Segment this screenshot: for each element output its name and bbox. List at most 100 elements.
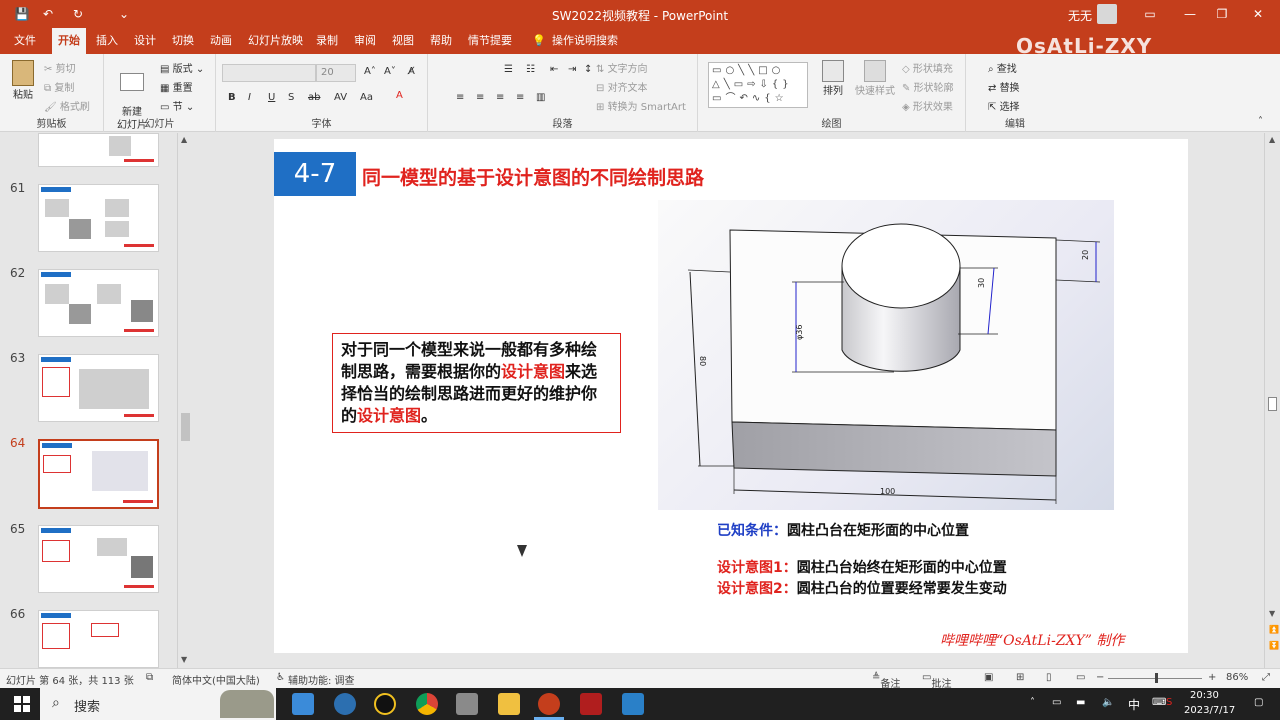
increase-indent-button[interactable]: ⇥ bbox=[568, 64, 576, 75]
cut-button[interactable]: ✂ 剪切 bbox=[44, 60, 76, 75]
chrome-icon[interactable] bbox=[416, 693, 438, 715]
align-text-button[interactable]: ⊟ 对齐文本 bbox=[596, 79, 648, 94]
slide-heading[interactable]: 同一模型的基于设计意图的不同绘制思路 bbox=[362, 163, 704, 190]
keyboard-icon[interactable]: ⌨ bbox=[1152, 697, 1166, 708]
tab-record[interactable]: 录制 bbox=[310, 28, 344, 54]
reset-button[interactable]: ▦ 重置 bbox=[160, 79, 193, 94]
section-badge[interactable]: 4-7 bbox=[274, 152, 356, 196]
clock-time[interactable]: 20:30 bbox=[1190, 690, 1219, 701]
slide-thumbnail-65[interactable] bbox=[38, 525, 159, 593]
shadow-button[interactable]: S bbox=[288, 92, 294, 103]
spelling-icon[interactable]: ⧉ bbox=[146, 672, 153, 683]
grow-font-button[interactable]: A˄ bbox=[364, 66, 376, 77]
align-right-button[interactable]: ≡ bbox=[496, 92, 504, 103]
text-direction-button[interactable]: ⇅ 文字方向 bbox=[596, 60, 648, 75]
app-icon[interactable] bbox=[456, 693, 478, 715]
scroll-thumb[interactable] bbox=[181, 413, 190, 441]
tab-review[interactable]: 审阅 bbox=[348, 28, 382, 54]
tab-insert[interactable]: 插入 bbox=[90, 28, 124, 54]
file-explorer-icon[interactable] bbox=[498, 693, 520, 715]
replace-button[interactable]: ⇄ 替换 bbox=[988, 79, 1020, 94]
paste-button[interactable]: 粘贴 bbox=[8, 60, 38, 101]
slide-sorter-icon[interactable]: ⊞ bbox=[1016, 672, 1024, 683]
slide-thumbnail-60[interactable] bbox=[38, 133, 159, 167]
section-button[interactable]: ▭ 节 ⌄ bbox=[160, 98, 194, 113]
tab-design[interactable]: 设计 bbox=[128, 28, 162, 54]
zoom-in-icon[interactable]: + bbox=[1208, 672, 1216, 683]
normal-view-icon[interactable]: ▣ bbox=[984, 672, 993, 683]
design-intent-1[interactable]: 设计意图1：圆柱凸台始终在矩形面的中心位置 bbox=[717, 557, 1007, 577]
known-condition[interactable]: 已知条件：圆柱凸台在矩形面的中心位置 bbox=[717, 520, 969, 540]
tell-me-search[interactable]: 操作说明搜索 bbox=[546, 28, 624, 54]
tab-transitions[interactable]: 切换 bbox=[166, 28, 200, 54]
volume-icon[interactable]: 🔈 bbox=[1102, 697, 1114, 708]
powerpoint-icon[interactable] bbox=[538, 693, 560, 715]
display-icon[interactable]: ▬ bbox=[1076, 697, 1085, 708]
bullets-button[interactable]: ☰ bbox=[504, 64, 513, 75]
italic-button[interactable]: I bbox=[248, 92, 251, 103]
fit-slide-icon[interactable]: ⤢ bbox=[1262, 672, 1270, 683]
ribbon-options-icon[interactable]: ▭ bbox=[1140, 4, 1160, 24]
shape-fill-button[interactable]: ◇ 形状填充 bbox=[902, 60, 953, 75]
bold-button[interactable]: B bbox=[228, 92, 236, 103]
photos-icon[interactable] bbox=[622, 693, 644, 715]
tab-slideshow[interactable]: 幻灯片放映 bbox=[242, 28, 309, 54]
slideshow-icon[interactable]: ▭ bbox=[1076, 672, 1085, 683]
restore-icon[interactable]: ❐ bbox=[1212, 4, 1232, 24]
tab-home[interactable]: 开始 bbox=[52, 28, 86, 54]
scroll-down-icon[interactable]: ▼ bbox=[181, 655, 187, 664]
zoom-level[interactable]: 86% bbox=[1226, 672, 1248, 683]
task-view-icon[interactable] bbox=[292, 693, 314, 715]
ime-indicator[interactable]: 中 bbox=[1128, 696, 1140, 713]
justify-button[interactable]: ≡ bbox=[516, 92, 524, 103]
line-spacing-button[interactable]: ↕ bbox=[584, 64, 592, 75]
shape-outline-button[interactable]: ✎ 形状轮廓 bbox=[902, 79, 954, 94]
thumbnail-scrollbar[interactable]: ▲ ▼ bbox=[177, 133, 192, 668]
zoom-out-icon[interactable]: − bbox=[1096, 672, 1104, 683]
scroll-up-icon[interactable]: ▲ bbox=[1269, 135, 1275, 144]
scroll-up-icon[interactable]: ▲ bbox=[181, 135, 187, 144]
find-button[interactable]: ⌕ 查找 bbox=[988, 60, 1017, 75]
accessibility-status[interactable]: 辅助功能: 调查 bbox=[288, 672, 355, 687]
numbering-button[interactable]: ☷ bbox=[526, 64, 535, 75]
font-color-button[interactable]: A bbox=[396, 90, 403, 101]
avatar[interactable] bbox=[1097, 4, 1117, 24]
slide-thumbnail-62[interactable] bbox=[38, 269, 159, 337]
font-name-field[interactable] bbox=[222, 64, 316, 82]
solidworks-icon[interactable] bbox=[580, 693, 602, 715]
design-intent-2[interactable]: 设计意图2：圆柱凸台的位置要经常要发生变动 bbox=[717, 578, 1007, 598]
shape-effects-button[interactable]: ◈ 形状效果 bbox=[902, 98, 953, 113]
description-textbox[interactable]: 对于同一个模型来说一般都有多种绘制思路，需要根据你的设计意图来选择恰当的绘制思路… bbox=[332, 333, 621, 433]
user-name[interactable]: 无无 bbox=[1068, 7, 1092, 24]
tab-help[interactable]: 帮助 bbox=[424, 28, 458, 54]
align-center-button[interactable]: ≡ bbox=[476, 92, 484, 103]
tab-view[interactable]: 视图 bbox=[386, 28, 420, 54]
notifications-icon[interactable]: ▢ bbox=[1254, 697, 1263, 708]
quick-styles-button[interactable]: 快速样式 bbox=[854, 60, 896, 97]
change-case-button[interactable]: Aa bbox=[360, 92, 373, 103]
collapse-ribbon-icon[interactable]: ˄ bbox=[1258, 116, 1263, 127]
slide-thumbnail-66[interactable] bbox=[38, 610, 159, 668]
slide-thumbnail-63[interactable] bbox=[38, 354, 159, 422]
next-slide-icon[interactable]: ⏬ bbox=[1269, 641, 1279, 650]
strikethrough-button[interactable]: ab bbox=[308, 92, 320, 103]
slide-thumbnail-64[interactable] bbox=[38, 439, 159, 509]
select-button[interactable]: ⇱ 选择 bbox=[988, 98, 1020, 113]
baidu-netdisk-icon[interactable] bbox=[334, 693, 356, 715]
tab-storyboard[interactable]: 情节提要 bbox=[462, 28, 518, 54]
arrange-button[interactable]: 排列 bbox=[818, 60, 848, 97]
comments-button[interactable]: ▭ 批注 bbox=[922, 672, 951, 690]
qq-icon[interactable] bbox=[374, 693, 396, 715]
model-figure[interactable]: 20 30 φ36 80 100 bbox=[658, 200, 1114, 510]
minimize-icon[interactable]: — bbox=[1180, 4, 1200, 24]
shapes-gallery[interactable]: ▭○╲╲□○ △╲▭⇨⇩{} ▭⌒↶∿{☆ bbox=[708, 62, 808, 108]
decrease-indent-button[interactable]: ⇤ bbox=[550, 64, 558, 75]
sogou-icon[interactable]: S bbox=[1166, 697, 1172, 708]
prev-slide-icon[interactable]: ⏫ bbox=[1269, 625, 1279, 634]
close-icon[interactable]: ✕ bbox=[1248, 4, 1268, 24]
scroll-down-icon[interactable]: ▼ bbox=[1269, 609, 1275, 618]
windows-start-icon[interactable] bbox=[14, 696, 30, 712]
layout-button[interactable]: ▤ 版式 ⌄ bbox=[160, 60, 204, 75]
char-spacing-button[interactable]: AV bbox=[334, 92, 347, 103]
scroll-thumb[interactable] bbox=[1268, 397, 1277, 411]
